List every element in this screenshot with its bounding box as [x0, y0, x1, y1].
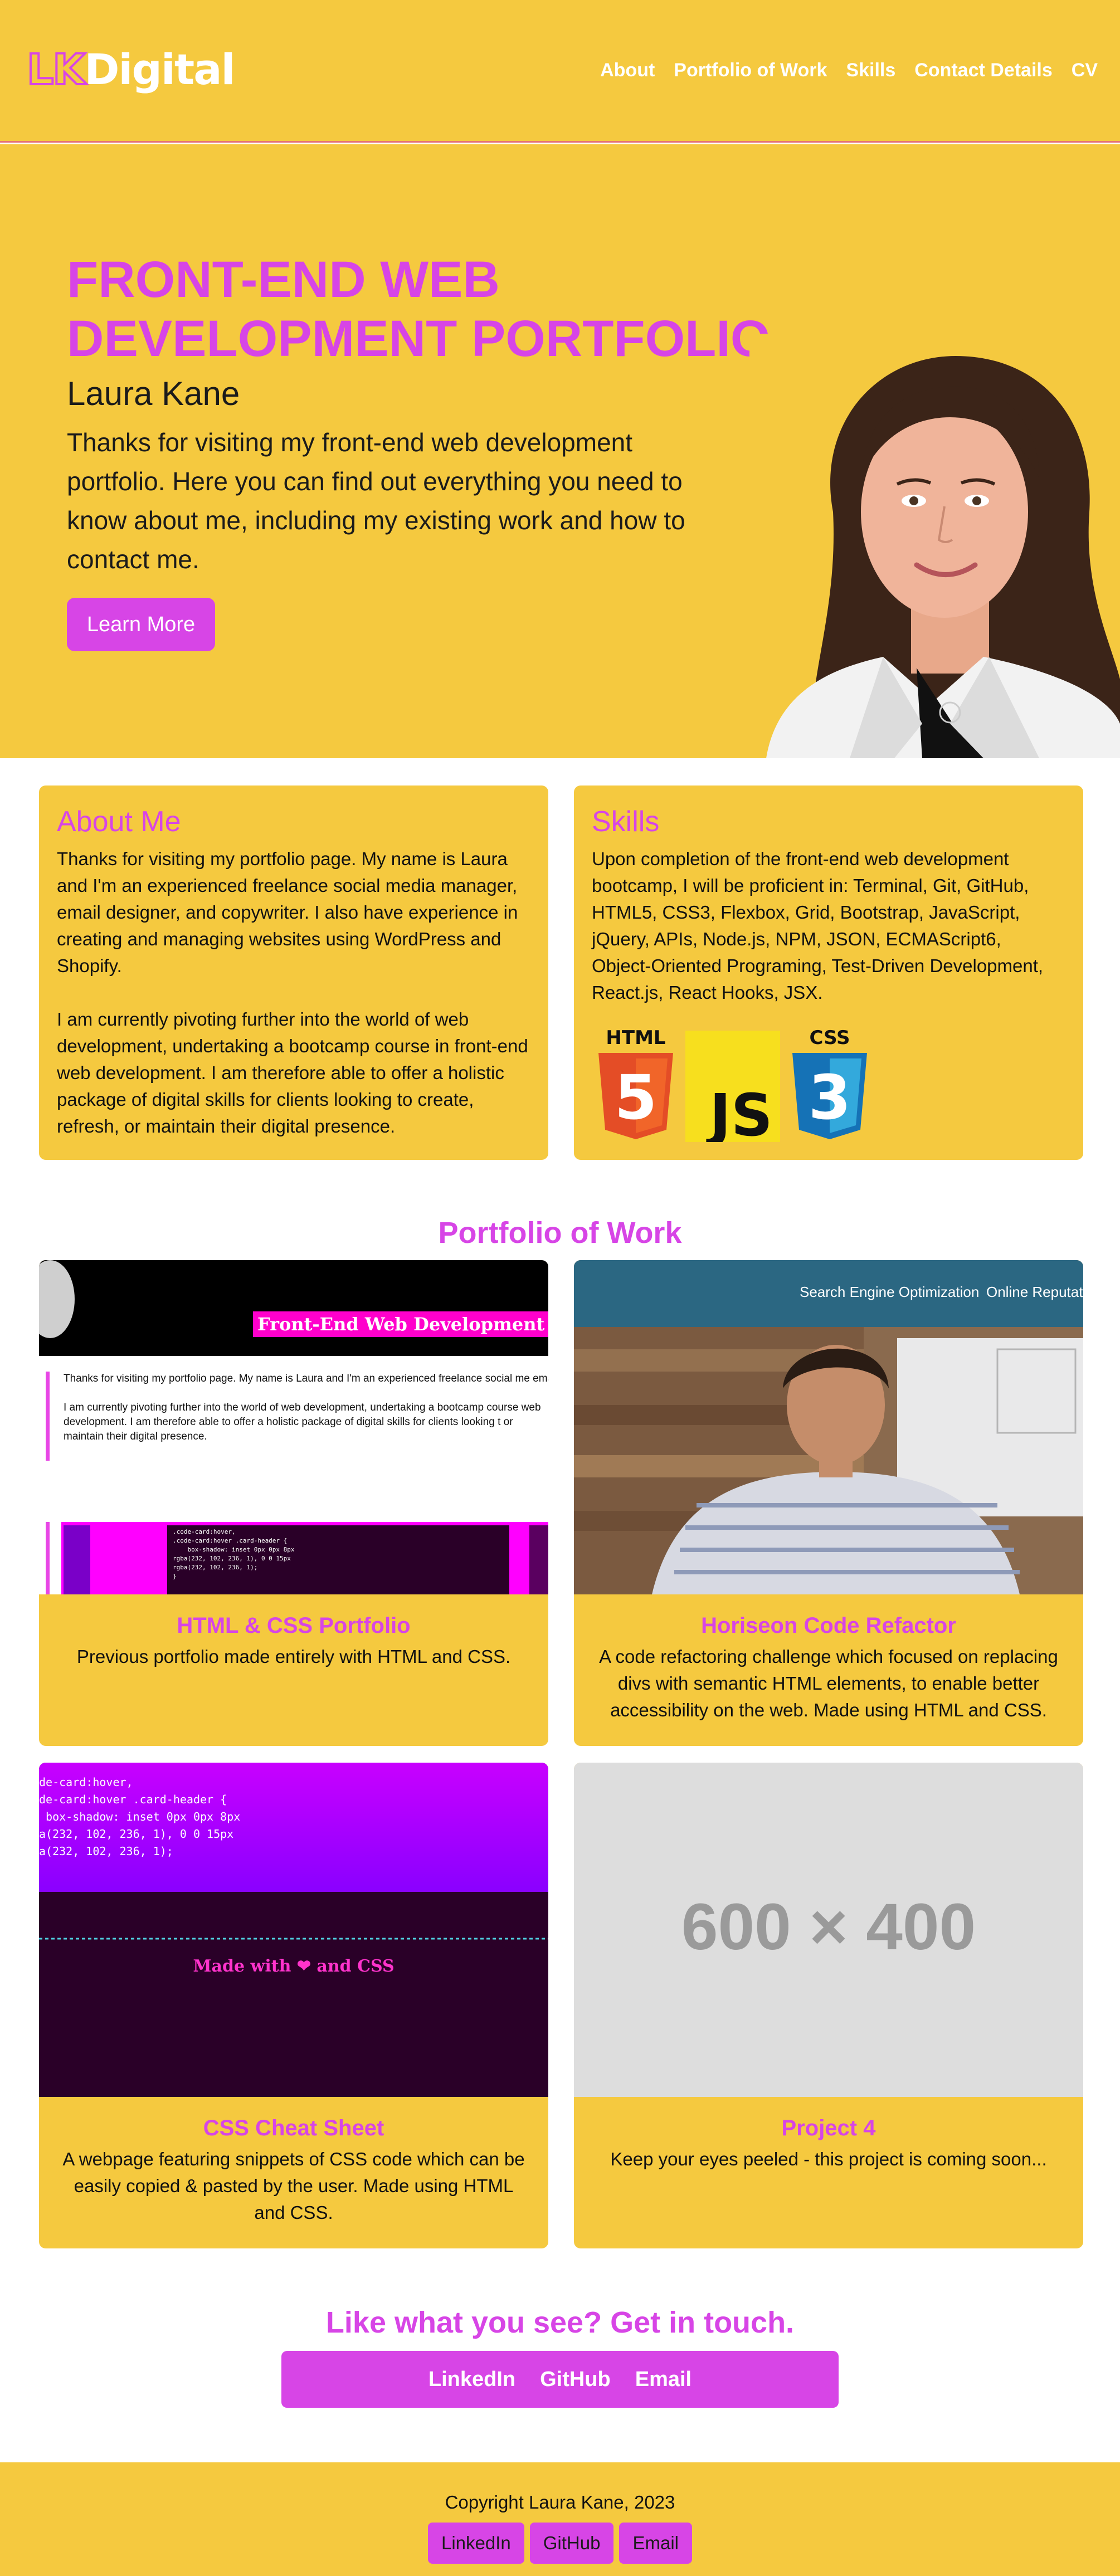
hero-title: FRONT-END WEB DEVELOPMENT PORTFOLIO	[67, 251, 771, 367]
javascript-icon: JS	[685, 1031, 780, 1142]
skills-text: Upon completion of the front-end web dev…	[592, 848, 1044, 1003]
svg-text:Search Engine Optimization: Search Engine Optimization	[800, 1284, 979, 1300]
site-logo[interactable]: LKDigital	[26, 43, 236, 95]
site-footer: Copyright Laura Kane, 2023 LinkedIn GitH…	[0, 2462, 1120, 2576]
svg-text:Front-End Web Development Po: Front-End Web Development Po	[257, 1314, 548, 1335]
main-nav: About Portfolio of Work Skills Contact D…	[600, 58, 1098, 82]
svg-text:JS: JS	[706, 1081, 773, 1142]
project-title[interactable]: Project 4	[574, 2114, 1083, 2143]
project-title[interactable]: Horiseon Code Refactor	[574, 1611, 1083, 1640]
site-header: LKDigital About Portfolio of Work Skills…	[0, 0, 1120, 143]
project-thumbnail[interactable]: Search Engine Optimization Online Reputa…	[574, 1260, 1083, 1594]
html5-icon: HTML 5	[598, 1027, 673, 1139]
about-paragraph-1: Thanks for visiting my portfolio page. M…	[57, 848, 518, 976]
nav-skills[interactable]: Skills	[846, 58, 895, 82]
project-title[interactable]: CSS Cheat Sheet	[39, 2114, 548, 2143]
footer-links: LinkedIn GitHub Email	[0, 2523, 1120, 2564]
profile-photo	[749, 334, 1120, 758]
project-description: A webpage featuring snippets of CSS code…	[62, 2149, 525, 2223]
svg-text:Made with ❤ and CSS: Made with ❤ and CSS	[193, 1957, 394, 1976]
svg-text:CSS: CSS	[809, 1027, 850, 1049]
svg-text:Online Reputatio: Online Reputatio	[986, 1284, 1083, 1300]
project-description: Keep your eyes peeled - this project is …	[610, 2149, 1047, 2169]
skills-card: Skills Upon completion of the front-end …	[574, 786, 1083, 1160]
nav-cv[interactable]: CV	[1072, 58, 1098, 82]
contact-linkedin-link[interactable]: LinkedIn	[428, 2368, 515, 2392]
copyright-text: Copyright Laura Kane, 2023	[445, 2492, 675, 2512]
nav-contact[interactable]: Contact Details	[914, 58, 1053, 82]
project-description: A code refactoring challenge which focus…	[599, 1646, 1058, 1720]
about-title: About Me	[57, 806, 181, 838]
svg-text:HTML: HTML	[606, 1027, 665, 1049]
css3-icon: CSS 3	[792, 1027, 867, 1139]
skills-title: Skills	[592, 806, 660, 838]
project-description: Previous portfolio made entirely with HT…	[76, 1646, 511, 1667]
project-title[interactable]: HTML & CSS Portfolio	[39, 1611, 548, 1640]
project-thumbnail-placeholder[interactable]: 600 × 400	[574, 1763, 1083, 2097]
logo-lk: LK	[26, 43, 86, 95]
learn-more-button[interactable]: Learn More	[67, 598, 215, 651]
project-card-project-4[interactable]: 600 × 400 Project 4 Keep your eyes peele…	[574, 1763, 1083, 2248]
contact-title: Like what you see? Get in touch.	[325, 2306, 795, 2339]
project-card-html-css-portfolio[interactable]: Front-End Web Development Po Thanks for …	[39, 1260, 548, 1746]
svg-text:3: 3	[809, 1062, 851, 1133]
logo-digital: Digital	[84, 45, 235, 94]
svg-text:5: 5	[615, 1062, 658, 1133]
project-card-horiseon[interactable]: Search Engine Optimization Online Reputa…	[574, 1260, 1083, 1746]
project-thumbnail[interactable]: Front-End Web Development Po Thanks for …	[39, 1260, 548, 1594]
hero-text: Thanks for visiting my front-end web dev…	[67, 428, 685, 574]
footer-email-button[interactable]: Email	[619, 2523, 692, 2564]
about-card: About Me Thanks for visiting my portfoli…	[39, 786, 548, 1160]
footer-linkedin-button[interactable]: LinkedIn	[427, 2523, 524, 2564]
project-thumbnail[interactable]: de-card:hover, de-card:hover .card-heade…	[39, 1763, 548, 2097]
contact-links: LinkedIn GitHub Email	[281, 2351, 839, 2408]
nav-portfolio[interactable]: Portfolio of Work	[674, 58, 827, 82]
contact-email-link[interactable]: Email	[635, 2368, 692, 2392]
nav-about[interactable]: About	[600, 58, 655, 82]
project-card-css-cheat-sheet[interactable]: de-card:hover, de-card:hover .card-heade…	[39, 1763, 548, 2248]
footer-github-button[interactable]: GitHub	[529, 2523, 614, 2564]
contact-github-link[interactable]: GitHub	[540, 2368, 611, 2392]
skill-badges: HTML 5 JS CSS 3	[594, 1025, 871, 1142]
svg-text:600 × 400: 600 × 400	[681, 1890, 976, 1964]
hero-section: FRONT-END WEB DEVELOPMENT PORTFOLIO Laur…	[0, 144, 1120, 758]
about-paragraph-2: I am currently pivoting further into the…	[57, 1009, 528, 1136]
portfolio-title: Portfolio of Work	[438, 1216, 682, 1250]
hero-name: Laura Kane	[67, 375, 240, 412]
